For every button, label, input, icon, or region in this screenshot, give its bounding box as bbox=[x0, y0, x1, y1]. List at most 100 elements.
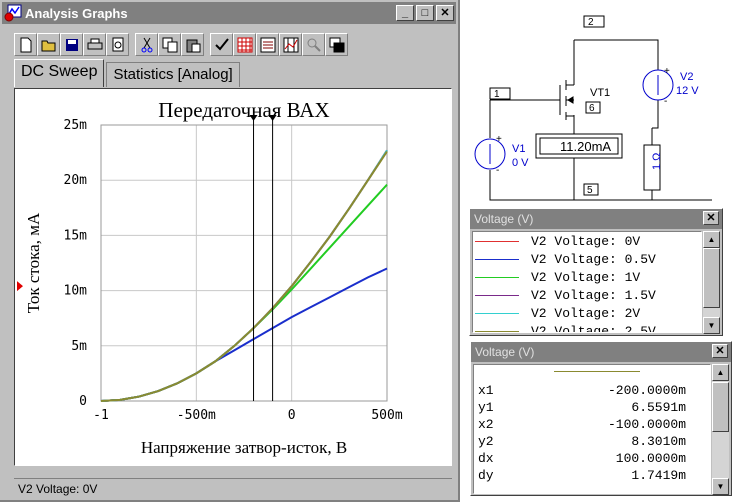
y-tick-label: 0 bbox=[79, 394, 87, 409]
legend-item[interactable]: V2 Voltage: 2.5V bbox=[473, 322, 701, 332]
new-icon[interactable] bbox=[14, 33, 37, 56]
zoom-icon[interactable] bbox=[302, 33, 325, 56]
cursor-close-button[interactable]: ✕ bbox=[712, 344, 728, 358]
app-icon bbox=[4, 4, 22, 22]
legend-window-title[interactable]: Voltage (V) bbox=[470, 209, 722, 229]
window-titlebar[interactable]: Analysis Graphs _ □ ✕ bbox=[2, 2, 456, 24]
cursor-row-value: -200.0000m bbox=[607, 383, 686, 398]
series-line-4 bbox=[100, 149, 388, 402]
maximize-button[interactable]: □ bbox=[416, 5, 434, 21]
schematic-wires bbox=[489, 39, 708, 201]
resistor-value: 1 Ω bbox=[651, 153, 663, 170]
y-tick-label: 20m bbox=[64, 173, 88, 188]
print-icon[interactable] bbox=[83, 33, 106, 56]
cursor-row-value: 100.0000m bbox=[615, 451, 686, 466]
y-tick-label: 5m bbox=[71, 339, 87, 354]
cursor-window-title[interactable]: Voltage (V) bbox=[471, 342, 731, 362]
cursor-value-table: x1 -200.0000m y1 6.5591m x2 -100.0000m y2 8.301… bbox=[473, 364, 711, 494]
save-icon[interactable] bbox=[60, 33, 83, 56]
y-axis-label: Ток стока, мА bbox=[24, 212, 43, 313]
legend-item[interactable]: V2 Voltage: 2V bbox=[473, 304, 701, 322]
legend-item[interactable]: V2 Voltage: 0.5V bbox=[473, 250, 701, 268]
plot-area-frame bbox=[100, 124, 388, 402]
legend-item[interactable]: V2 Voltage: 1.5V bbox=[473, 286, 701, 304]
cut-icon[interactable] bbox=[135, 33, 158, 56]
cursor-row-value: 1.7419m bbox=[631, 468, 686, 483]
legend-close-button[interactable]: ✕ bbox=[703, 211, 719, 225]
tab-dc-sweep[interactable]: DC Sweep bbox=[14, 59, 105, 87]
svg-text:+: + bbox=[496, 134, 502, 145]
transfer-characteristic-chart[interactable]: -1 -500m 0 500m 0 5m 10m 15m 20m 25m Передаточная … bbox=[15, 89, 451, 465]
scroll-up-arrow-icon[interactable]: ▲ bbox=[712, 364, 729, 381]
cursor-row-label: y2 bbox=[478, 434, 494, 449]
copy-icon[interactable] bbox=[158, 33, 181, 56]
cursor-row: x2 -100.0000m bbox=[474, 417, 710, 434]
scroll-up-arrow-icon[interactable]: ▲ bbox=[703, 231, 720, 248]
voltage-source-v1-icon[interactable]: + - bbox=[474, 134, 506, 176]
plot-panel[interactable]: -1 -500m 0 500m 0 5m 10m 15m 20m 25m Передаточная … bbox=[14, 88, 452, 466]
legend-scrollbar[interactable]: ▲ ▼ bbox=[703, 231, 720, 334]
node-2-box bbox=[583, 15, 605, 28]
svg-text:+: + bbox=[664, 66, 670, 77]
paste-icon[interactable] bbox=[181, 33, 204, 56]
schematic-canvas[interactable]: 2 1 6 5 VT1 + - V1 0 V + - V2 12 V 11.20… bbox=[462, 0, 748, 205]
minimize-button[interactable]: _ bbox=[396, 5, 414, 21]
legend-swatch bbox=[475, 312, 519, 314]
v2-name: V2 bbox=[680, 71, 693, 83]
x-tick-label: -500m bbox=[177, 408, 216, 423]
x-tick-label: 500m bbox=[371, 408, 402, 423]
transistor-vt1-icon[interactable] bbox=[559, 72, 575, 122]
transistor-label: VT1 bbox=[590, 87, 610, 99]
toolbar bbox=[14, 33, 348, 57]
cursor-row: x1 -200.0000m bbox=[474, 383, 710, 400]
legend-label: V2 Voltage: 1.5V bbox=[531, 287, 656, 303]
print-preview-icon[interactable] bbox=[106, 33, 129, 56]
legend-list: V2 Voltage: 0V V2 Voltage: 0.5V V2 Voltage… bbox=[472, 231, 702, 333]
y-tick-label: 10m bbox=[64, 284, 88, 299]
cursor-row-value: 6.5591m bbox=[631, 400, 686, 415]
legend-label: V2 Voltage: 0.5V bbox=[531, 251, 656, 267]
open-icon[interactable] bbox=[37, 33, 60, 56]
series-line-3 bbox=[100, 149, 388, 402]
scroll-down-arrow-icon[interactable]: ▼ bbox=[712, 478, 729, 495]
cursor-scrollbar[interactable]: ▲ ▼ bbox=[712, 364, 729, 495]
overlay-icon[interactable] bbox=[325, 33, 348, 56]
legend-swatch bbox=[475, 240, 519, 242]
node-2-label: 2 bbox=[588, 17, 594, 28]
node-5-label: 5 bbox=[587, 185, 593, 196]
scroll-down-arrow-icon[interactable]: ▼ bbox=[703, 317, 720, 334]
cursor-icon[interactable] bbox=[279, 33, 302, 56]
y-tick-label: 15m bbox=[64, 228, 88, 243]
legend-swatch bbox=[475, 276, 519, 278]
v1-name: V1 bbox=[512, 143, 525, 155]
close-button[interactable]: ✕ bbox=[436, 5, 454, 21]
v1-value: 0 V bbox=[512, 157, 529, 169]
scroll-thumb[interactable] bbox=[712, 382, 729, 432]
series-line-1 bbox=[100, 267, 388, 402]
y-tick-label: 25m bbox=[64, 118, 88, 133]
series-line-5 bbox=[100, 150, 388, 402]
legend-icon[interactable] bbox=[256, 33, 279, 56]
series-line-0 bbox=[100, 149, 388, 402]
tab-statistics[interactable]: Statistics [Analog] bbox=[106, 62, 240, 87]
legend-item[interactable]: V2 Voltage: 0V bbox=[473, 232, 701, 250]
cursor-row-label: x1 bbox=[478, 383, 494, 398]
x-axis-label: Напряжение затвор-исток, В bbox=[141, 438, 347, 457]
svg-text:-: - bbox=[496, 165, 499, 176]
x-tick-label: 0 bbox=[288, 408, 296, 423]
trace-marker-icon bbox=[17, 281, 23, 292]
status-bar: V2 Voltage: 0V bbox=[14, 478, 452, 498]
legend-item[interactable]: V2 Voltage: 1V bbox=[473, 268, 701, 286]
legend-label: V2 Voltage: 0V bbox=[531, 233, 641, 249]
cursor-row: y1 6.5591m bbox=[474, 400, 710, 417]
grid-icon[interactable] bbox=[233, 33, 256, 56]
legend-swatch bbox=[475, 294, 519, 296]
tab-bar: DC Sweep Statistics [Analog] bbox=[14, 59, 242, 88]
scroll-thumb[interactable] bbox=[703, 248, 720, 308]
properties-icon[interactable] bbox=[210, 33, 233, 56]
node-1-box bbox=[489, 87, 511, 100]
window-title: Analysis Graphs bbox=[25, 5, 128, 21]
cursor-row-label: dy bbox=[478, 468, 494, 483]
cursor-row-value: -100.0000m bbox=[607, 417, 686, 432]
ammeter-reading: 11.20mA bbox=[560, 139, 611, 154]
